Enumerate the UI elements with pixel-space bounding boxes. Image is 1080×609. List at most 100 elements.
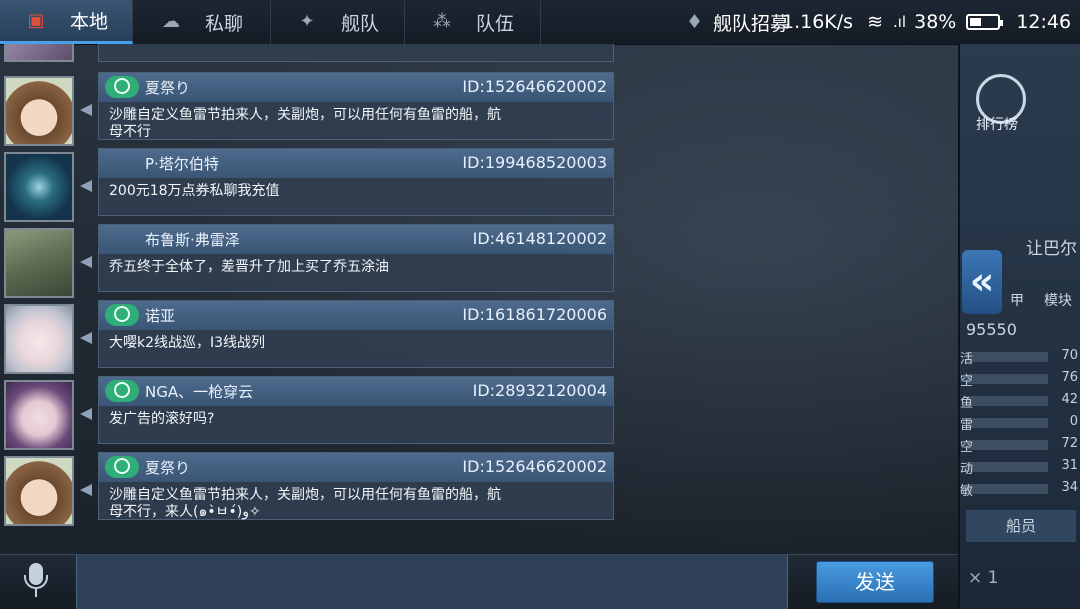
- message-text: 沙雕自定义鱼雷节拍来人，关副炮，可以用任何有鱼雷的船，航 母不行: [109, 107, 539, 141]
- microphone-icon[interactable]: [20, 563, 52, 599]
- rank-badge-icon: [105, 380, 139, 402]
- message-line: 发广告的滚好吗?: [109, 411, 215, 427]
- battery-icon: [966, 14, 1004, 30]
- sender-id: ID:152646620002: [462, 77, 607, 96]
- avatar[interactable]: [4, 380, 74, 450]
- message-line: 母不行，来人(๑•̀ㅂ•́)و✧: [109, 504, 261, 520]
- message-bubble[interactable]: 布鲁斯·弗雷泽 ID:46148120002 乔五终于全体了，差晋升了加上买了乔…: [98, 224, 614, 292]
- double-chevron-left-icon: «: [969, 259, 995, 303]
- collapse-panel-button[interactable]: «: [962, 250, 1002, 314]
- avatar[interactable]: [4, 228, 74, 298]
- chat-list[interactable]: 夏祭り ID:152646620002 沙雕自定义鱼雷节拍来人，关副炮，可以用任…: [0, 44, 958, 554]
- crew-button[interactable]: 船员: [966, 510, 1076, 542]
- message-bubble[interactable]: 夏祭り ID:152646620002 沙雕自定义鱼雷节拍来人，关副炮，可以用任…: [98, 452, 614, 520]
- message-bubble[interactable]: NGA、一枪穿云 ID:28932120004 发广告的滚好吗?: [98, 376, 614, 444]
- bubble-caret: [80, 180, 92, 192]
- tab-team-label: 队伍: [475, 12, 514, 35]
- wifi-icon: ≋: [867, 11, 883, 33]
- chat-message: P·塔尔伯特 ID:199468520003 200元18万点券私聊我充值: [0, 148, 620, 222]
- sender-id: ID:46148120002: [472, 229, 607, 248]
- sender-id: ID:28932120004: [472, 381, 607, 400]
- bubble-caret: [80, 484, 92, 496]
- avatar[interactable]: [4, 152, 74, 222]
- rank-badge-icon: [105, 304, 139, 326]
- clock: 12:46: [1016, 11, 1072, 33]
- message-bubble[interactable]: 夏祭り ID:152646620002 沙雕自定义鱼雷节拍来人，关副炮，可以用任…: [98, 72, 614, 140]
- sender-name[interactable]: P·塔尔伯特: [145, 153, 219, 174]
- tab-private-label: 私聊: [204, 12, 243, 35]
- sender-name[interactable]: 布鲁斯·弗雷泽: [145, 229, 240, 250]
- ship-info-panel: 排行榜 让巴尔 甲 模块 95550 活 70 空 76 鱼 42 雷0 空 72 动3…: [958, 44, 1080, 608]
- sender-id: ID:161861720006: [462, 305, 607, 324]
- tab-fleet[interactable]: ✦ 舰队: [270, 0, 405, 44]
- avatar[interactable]: [4, 76, 74, 146]
- message-bubble[interactable]: 诺亚 ID:161861720006 大嘤k2线战巡，I3线战列: [98, 300, 614, 368]
- status-bar: 1.16K/s ≋ .ıl 38% 12:46: [782, 0, 1071, 44]
- net-speed: 1.16K/s: [782, 11, 854, 33]
- stat-row: 雷0: [960, 414, 1078, 433]
- chat-message: 诺亚 ID:161861720006 大嘤k2线战巡，I3线战列: [0, 300, 620, 374]
- bubble-caret: [80, 104, 92, 116]
- chat-message: 夏祭り ID:152646620002 沙雕自定义鱼雷节拍来人，关副炮，可以用任…: [0, 452, 620, 526]
- message-header: 诺亚 ID:161861720006: [99, 301, 613, 330]
- message-line: 母不行: [109, 124, 151, 140]
- bubble-caret: [80, 332, 92, 344]
- message-line: 沙雕自定义鱼雷节拍来人，关副炮，可以用任何有鱼雷的船，航: [109, 107, 501, 123]
- tab-team[interactable]: ⁂ 队伍: [404, 0, 541, 44]
- sender-name[interactable]: 夏祭り: [145, 457, 190, 478]
- message-header: NGA、一枪穿云 ID:28932120004: [99, 377, 613, 406]
- tab-local[interactable]: ▣ 本地: [0, 0, 133, 44]
- message-text: 200元18万点券私聊我充值: [109, 183, 539, 200]
- tab-fleet-label: 舰队: [340, 12, 379, 35]
- tab-local-label: 本地: [69, 11, 108, 33]
- tab-private[interactable]: ☁ 私聊: [132, 0, 271, 44]
- sender-name[interactable]: 诺亚: [145, 305, 175, 326]
- signal-icon: .ıl: [893, 13, 907, 31]
- chat-input-bar: 发送: [0, 554, 958, 609]
- message-text: 发广告的滚好吗?: [109, 411, 539, 428]
- local-chat-icon: ▣: [27, 9, 45, 31]
- sender-id: ID:152646620002: [462, 457, 607, 476]
- message-line: 乔五终于全体了，差晋升了加上买了乔五涂油: [109, 259, 389, 275]
- message-line: 大嘤k2线战巡，I3线战列: [109, 335, 266, 351]
- rank-badge-icon: [105, 456, 139, 478]
- recruit-icon: ♦: [686, 11, 704, 33]
- rank-badge-icon: [105, 76, 139, 98]
- stat-row: 活 70: [960, 348, 1078, 367]
- private-chat-icon: ☁: [161, 11, 180, 32]
- sender-name[interactable]: 夏祭り: [145, 77, 190, 98]
- fleet-recruit[interactable]: ♦ 舰队招募: [686, 0, 789, 44]
- message-bubble[interactable]: P·塔尔伯特 ID:199468520003 200元18万点券私聊我充值: [98, 148, 614, 216]
- chat-message: 夏祭り ID:152646620002 沙雕自定义鱼雷节拍来人，关副炮，可以用任…: [0, 72, 620, 146]
- ship-score: 95550: [966, 320, 1017, 339]
- sender-name[interactable]: NGA、一枪穿云: [145, 381, 253, 402]
- bubble-caret: [80, 256, 92, 268]
- avatar[interactable]: [4, 304, 74, 374]
- recruit-label: 舰队招募: [713, 12, 790, 35]
- message-line: 200元18万点券私聊我充值: [109, 183, 280, 199]
- message-text: 乔五终于全体了，差晋升了加上买了乔五涂油: [109, 259, 539, 276]
- chat-message: NGA、一枪穿云 ID:28932120004 发广告的滚好吗?: [0, 376, 620, 450]
- previous-message-fragment: [98, 44, 614, 62]
- bubble-caret: [80, 408, 92, 420]
- top-bar: ▣ 本地 ☁ 私聊 ✦ 舰队 ⁂ 队伍 ♦ 舰队招募 1.16K/s ≋ .ıl…: [0, 0, 1080, 45]
- stat-row: 鱼 42: [960, 392, 1078, 411]
- tab-module[interactable]: 模块: [1044, 290, 1072, 310]
- message-header: 夏祭り ID:152646620002: [99, 73, 613, 102]
- message-header: P·塔尔伯特 ID:199468520003: [99, 149, 613, 178]
- tab-armor[interactable]: 甲: [1010, 290, 1024, 310]
- chat-input[interactable]: [76, 555, 788, 609]
- avatar[interactable]: [4, 456, 74, 526]
- item-count: × 1: [968, 568, 999, 588]
- avatar[interactable]: [4, 44, 74, 62]
- message-text: 大嘤k2线战巡，I3线战列: [109, 335, 539, 352]
- stat-row: 空 76: [960, 370, 1078, 389]
- message-header: 夏祭り ID:152646620002: [99, 453, 613, 482]
- stat-row: 动 31: [960, 458, 1078, 477]
- leaderboard-label: 排行榜: [976, 117, 1018, 133]
- sender-id: ID:199468520003: [462, 153, 607, 172]
- send-button[interactable]: 发送: [816, 561, 934, 603]
- chat-message: 布鲁斯·弗雷泽 ID:46148120002 乔五终于全体了，差晋升了加上买了乔…: [0, 224, 620, 298]
- message-header: 布鲁斯·弗雷泽 ID:46148120002: [99, 225, 613, 254]
- stat-row: 敏 34: [960, 480, 1078, 499]
